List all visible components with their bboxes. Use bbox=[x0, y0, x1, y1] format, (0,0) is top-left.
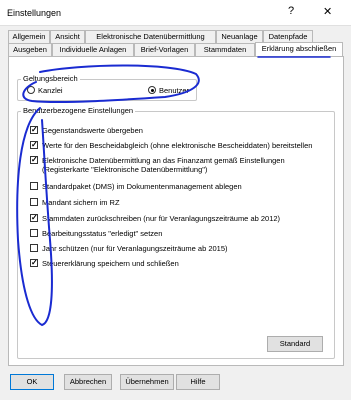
tab-ausgeben[interactable]: Ausgeben bbox=[8, 43, 52, 56]
geltungsbereich-legend: Geltungsbereich bbox=[21, 74, 80, 83]
tab-stammdaten[interactable]: Stammdaten bbox=[195, 43, 255, 56]
checkbox-gegenstandswerte-label: Gegenstandswerte übergeben bbox=[42, 126, 143, 135]
apply-button[interactable]: Übernehmen bbox=[120, 374, 174, 390]
cancel-button[interactable]: Abbrechen bbox=[64, 374, 112, 390]
help-icon[interactable]: ? bbox=[288, 5, 294, 17]
checkbox-jahr-schuetzen[interactable] bbox=[30, 244, 38, 252]
title-bar: Einstellungen ? ✕ bbox=[0, 0, 351, 26]
tab-erklaerung-abschliessen[interactable]: Erklärung abschließen bbox=[255, 42, 343, 56]
checkbox-speichern-schliessen-label: Steuererklärung speichern und schließen bbox=[42, 259, 179, 268]
checkbox-standardpaket-dms[interactable] bbox=[30, 182, 38, 190]
radio-benutzer[interactable] bbox=[148, 86, 156, 94]
checkbox-datenuebermittlung[interactable]: ✓ bbox=[30, 156, 38, 164]
close-icon[interactable]: ✕ bbox=[323, 5, 332, 18]
checkbox-datenuebermittlung-label-2: (Registerkarte "Elektronische Datenüberm… bbox=[42, 165, 208, 174]
window-title: Einstellungen bbox=[7, 8, 62, 18]
checkbox-bescheidabgleich[interactable]: ✓ bbox=[30, 141, 38, 149]
standard-button[interactable]: Standard bbox=[267, 336, 323, 352]
checkbox-jahr-schuetzen-label: Jahr schützen (nur für Veranlagungszeitr… bbox=[42, 244, 228, 253]
checkbox-bearbeitungsstatus[interactable] bbox=[30, 229, 38, 237]
checkbox-mandant-sichern-label: Mandant sichern im RZ bbox=[42, 198, 120, 207]
checkbox-bearbeitungsstatus-label: Bearbeitungsstatus "erledigt" setzen bbox=[42, 229, 163, 238]
radio-benutzer-label: Benutzer bbox=[159, 86, 190, 95]
tab-brief-vorlagen[interactable]: Brief-Vorlagen bbox=[134, 43, 195, 56]
radio-kanzlei[interactable] bbox=[27, 86, 35, 94]
tab-individuelle-anlagen[interactable]: Individuelle Anlagen bbox=[52, 43, 134, 56]
checkbox-stammdaten-zurueckschreiben-label: Stammdaten zurückschreiben (nur für Vera… bbox=[42, 214, 281, 223]
checkbox-standardpaket-dms-label: Standardpaket (DMS) im Dokumentenmanagem… bbox=[42, 182, 242, 191]
radio-kanzlei-label: Kanzlei bbox=[38, 86, 63, 95]
checkbox-mandant-sichern[interactable] bbox=[30, 198, 38, 206]
checkbox-bescheidabgleich-label: Werte für den Bescheidabgleich (ohne ele… bbox=[42, 141, 313, 150]
ok-button[interactable]: OK bbox=[10, 374, 54, 390]
checkbox-gegenstandswerte[interactable]: ✓ bbox=[30, 126, 38, 134]
checkbox-datenuebermittlung-label: Elektronische Datenübermittlung an das F… bbox=[42, 156, 285, 165]
tab-allgemein[interactable]: Allgemein bbox=[8, 30, 50, 43]
checkbox-stammdaten-zurueckschreiben[interactable]: ✓ bbox=[30, 214, 38, 222]
tab-elektronische-datenuebermittlung[interactable]: Elektronische Datenübermittlung bbox=[85, 30, 216, 43]
benutzer-einstellungen-legend: Benutzerbezogene Einstellungen bbox=[21, 106, 136, 115]
tab-panel: Geltungsbereich Kanzlei Benutzer Benutze… bbox=[8, 56, 344, 366]
checkbox-speichern-schliessen[interactable]: ✓ bbox=[30, 259, 38, 267]
tab-ansicht[interactable]: Ansicht bbox=[50, 30, 85, 43]
help-button[interactable]: Hilfe bbox=[176, 374, 220, 390]
